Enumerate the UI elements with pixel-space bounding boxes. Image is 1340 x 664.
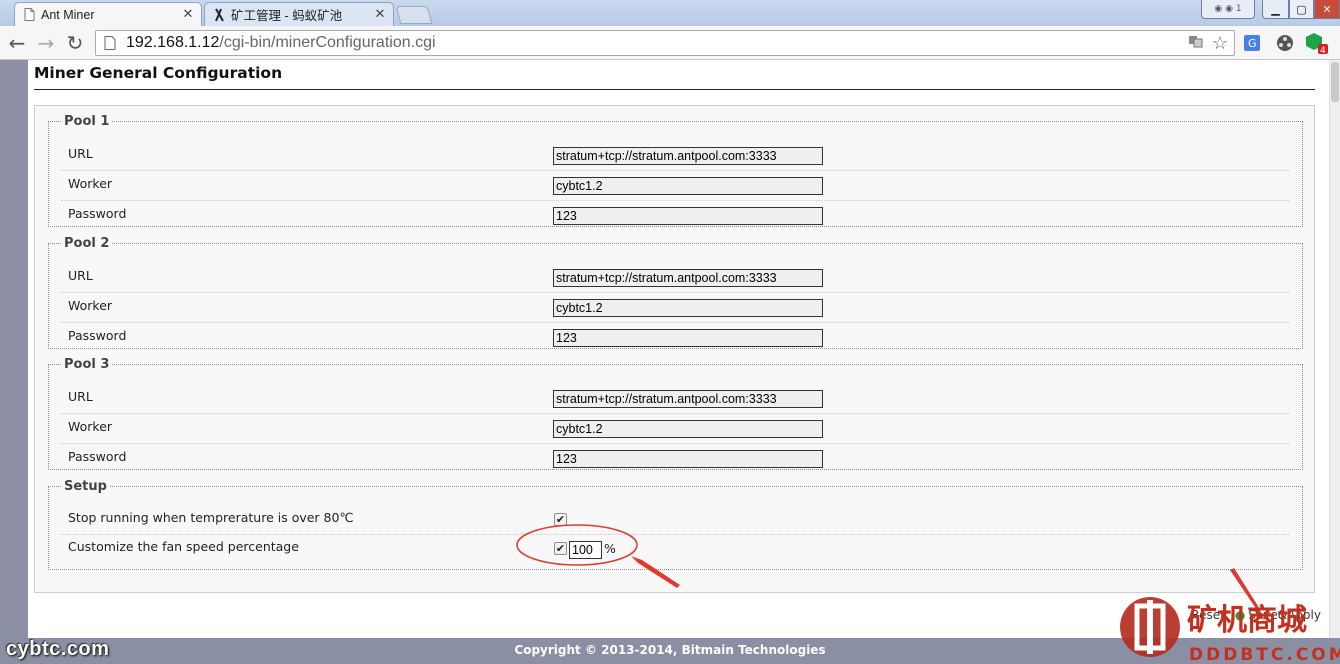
watermark-en-text: DDDBTC.COM	[1189, 645, 1340, 664]
annotation-layer	[516, 524, 1265, 622]
highlight-ellipse	[516, 524, 638, 566]
dddbtc-watermark-logo: 矿机商城 DDDBTC.COM	[1120, 597, 1340, 664]
watermark-cn-text: 矿机商城	[1187, 603, 1307, 638]
watermark-text: cybtc.com	[6, 638, 110, 660]
annotation-arrow	[631, 556, 680, 588]
